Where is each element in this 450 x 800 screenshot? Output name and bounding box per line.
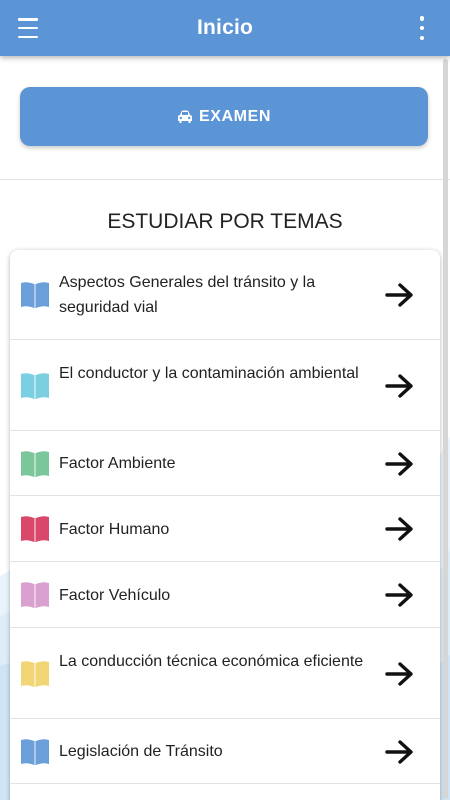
arrow-right-icon[interactable] (385, 661, 415, 687)
exam-button[interactable]: EXAMEN (20, 87, 428, 146)
book-icon (21, 282, 49, 308)
arrow-right-icon[interactable] (385, 516, 415, 542)
topic-row[interactable]: La conducción técnica económica eficient… (10, 628, 440, 719)
topic-row[interactable]: El conductor y la contaminación ambienta… (10, 340, 440, 431)
arrow-right-icon[interactable] (385, 282, 415, 308)
topic-label: Factor Vehículo (59, 587, 171, 604)
topic-row[interactable]: Factor Humano (10, 496, 440, 562)
topic-label: Factor Humano (59, 521, 170, 538)
app-bar: Inicio (0, 0, 450, 56)
more-vertical-icon[interactable] (418, 16, 426, 40)
book-icon (21, 516, 49, 542)
topic-label: La conducción técnica económica eficient… (59, 653, 364, 670)
topic-label: Factor Ambiente (59, 455, 176, 472)
book-icon (21, 373, 49, 399)
main-content: EXAMEN ESTUDIAR POR TEMAS Aspectos Gener… (0, 56, 450, 800)
topic-row[interactable]: Factor Vehículo (10, 562, 440, 628)
book-icon (21, 661, 49, 687)
divider (0, 179, 450, 180)
arrow-right-icon[interactable] (385, 373, 415, 399)
exam-button-label: EXAMEN (198, 107, 272, 125)
page-title: Inicio (196, 16, 254, 39)
hamburger-menu-icon[interactable] (18, 18, 40, 38)
scrollbar[interactable] (443, 59, 448, 799)
topic-row[interactable]: Aspectos Generales del tránsito y la seg… (10, 250, 440, 340)
arrow-right-icon[interactable] (385, 451, 415, 477)
topic-label: Aspectos Generales del tránsito y la seg… (59, 274, 316, 316)
topics-list: Aspectos Generales del tránsito y la seg… (10, 250, 440, 800)
topic-row[interactable]: Legislación de Tránsito (10, 719, 440, 784)
book-icon (21, 582, 49, 608)
book-icon (21, 451, 49, 477)
car-icon (177, 110, 192, 123)
topic-label: El conductor y la contaminación ambienta… (59, 365, 359, 382)
topic-label: Legislación de Tránsito (59, 743, 223, 760)
book-icon (21, 739, 49, 765)
topic-row[interactable]: Factor Ambiente (10, 431, 440, 496)
arrow-right-icon[interactable] (385, 582, 415, 608)
section-title: ESTUDIAR POR TEMAS (107, 210, 343, 233)
arrow-right-icon[interactable] (385, 739, 415, 765)
